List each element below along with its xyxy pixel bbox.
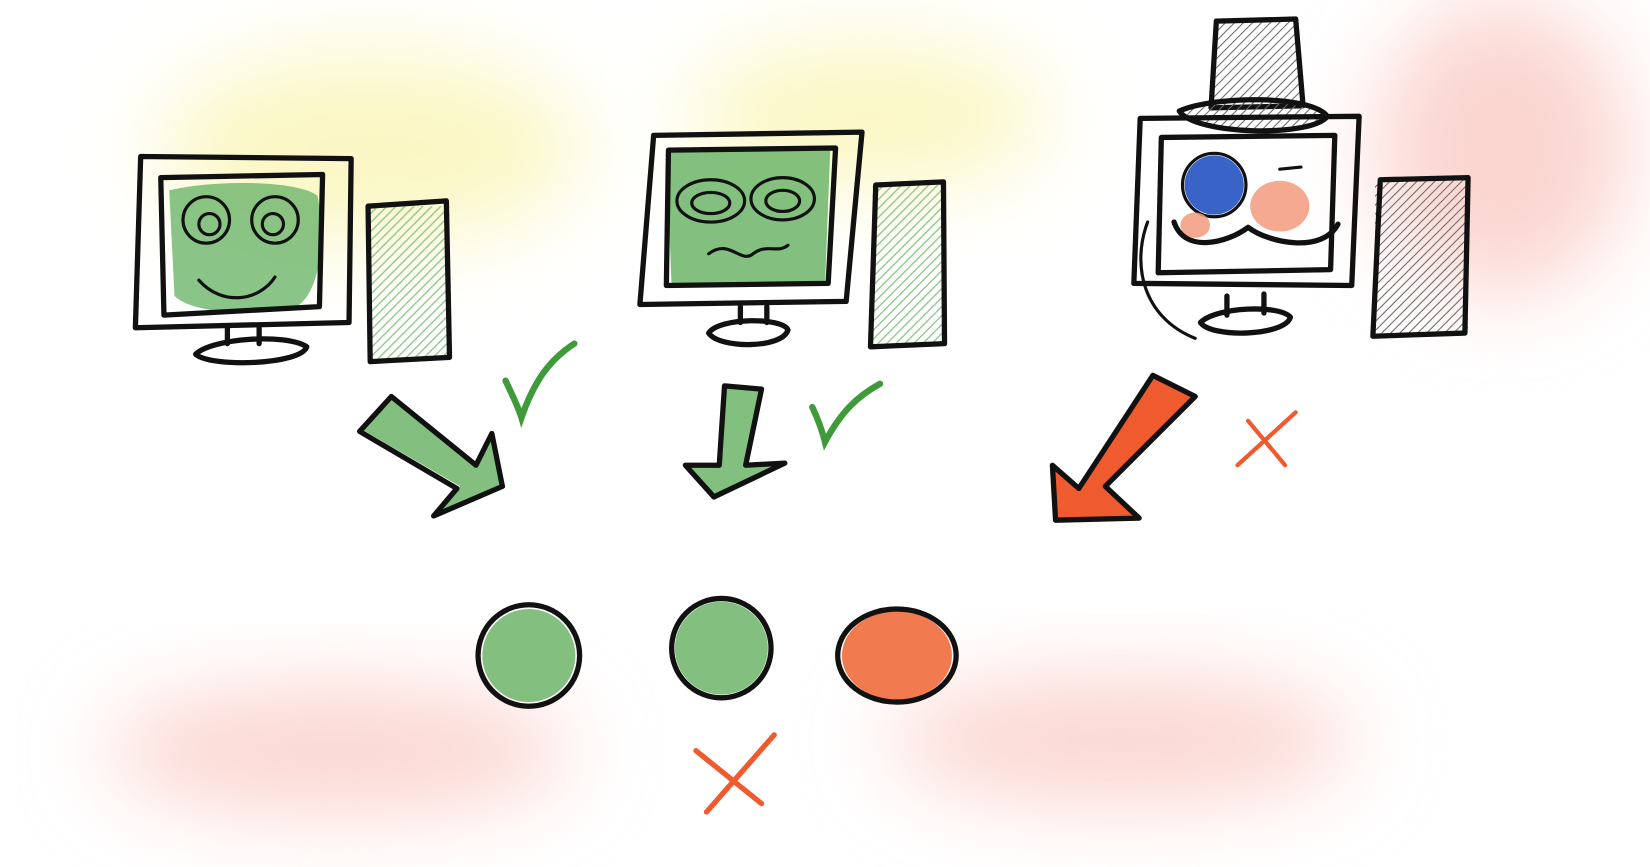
illustration: [105, 0, 1629, 815]
monocle-icon: [1184, 155, 1244, 215]
arrow-down: [682, 383, 788, 500]
green-result: [475, 602, 583, 709]
orange-result: [835, 606, 959, 705]
arrow-down-right: [356, 393, 506, 519]
top-hat-icon: [1176, 16, 1331, 134]
arrow-down-left-rejected: [1049, 372, 1198, 523]
cross-icon: [693, 732, 777, 815]
check-icon: [502, 340, 578, 429]
green-result: [668, 595, 774, 701]
check-icon: [809, 380, 884, 451]
cross-icon: [1235, 410, 1298, 468]
